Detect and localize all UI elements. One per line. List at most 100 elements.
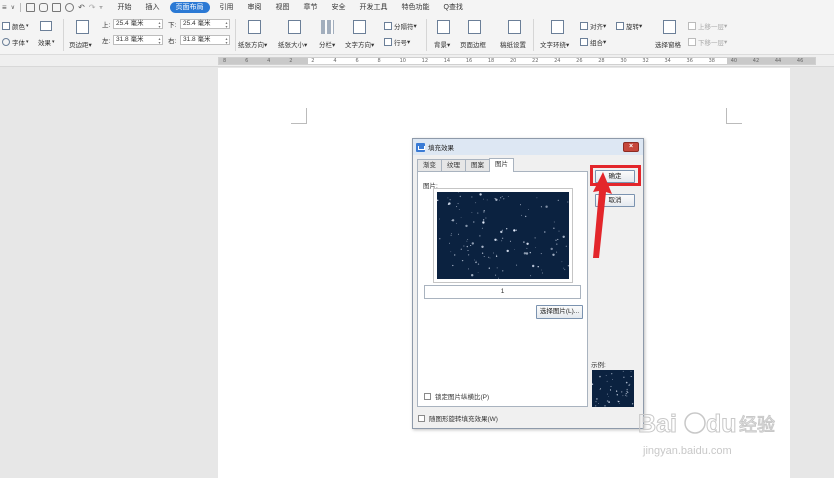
- margins-button[interactable]: 页边距▾: [69, 39, 92, 49]
- tab-developer[interactable]: 开发工具: [353, 0, 395, 15]
- right-margin-input[interactable]: 31.8 毫米: [180, 35, 230, 45]
- columns-button[interactable]: 分栏▾: [319, 39, 335, 49]
- tab-review[interactable]: 审阅: [241, 0, 269, 15]
- group-icon: [580, 38, 588, 46]
- color-grid-icon: [2, 22, 10, 30]
- text-wrap-icon[interactable]: [551, 20, 564, 34]
- rotate-with-shape-label: 随图形旋转填充效果(W): [429, 416, 498, 423]
- lock-aspect-label: 锁定图片纵横比(P): [435, 394, 490, 401]
- theme-font-button[interactable]: 字体 ▾: [2, 37, 29, 47]
- theme-button[interactable]: [40, 21, 52, 31]
- tab-view[interactable]: 视图: [269, 0, 297, 15]
- top-margin-input[interactable]: 25.4 毫米: [113, 19, 163, 29]
- tab-page-layout[interactable]: 页面布局: [169, 2, 210, 13]
- ruler-tick: 12: [421, 58, 429, 64]
- rotate-button[interactable]: 旋转 ▾: [616, 21, 642, 31]
- tab-security[interactable]: 安全: [325, 0, 353, 15]
- svg-text:经验: 经验: [739, 415, 775, 436]
- sample-label: 示例:: [591, 362, 606, 369]
- ruler-tick: 28: [598, 58, 605, 64]
- select-picture-button[interactable]: 选择图片(L)...: [536, 305, 583, 319]
- background-button[interactable]: 背景▾: [434, 39, 450, 49]
- paper-size-button[interactable]: 纸张大小▾: [278, 39, 307, 49]
- redo-icon[interactable]: ↷: [89, 3, 96, 12]
- margins-icon[interactable]: [76, 20, 89, 34]
- ruler-tick: 34: [664, 58, 671, 64]
- right-margin-label: 右:: [168, 38, 177, 45]
- print-icon[interactable]: [52, 3, 62, 12]
- dropdown-icon[interactable]: ▿: [99, 4, 102, 11]
- tab-picture[interactable]: 图片: [489, 158, 514, 172]
- menu-icon[interactable]: ≡: [2, 3, 7, 12]
- left-margin-input[interactable]: 31.8 毫米: [113, 35, 163, 45]
- selection-pane-icon[interactable]: [663, 20, 676, 34]
- theme-font-label: 字体: [12, 40, 25, 47]
- paper-setup-icon[interactable]: [508, 20, 521, 34]
- undo-icon[interactable]: ↶: [78, 3, 85, 12]
- text-direction-button[interactable]: 文字方向▾: [345, 39, 374, 49]
- divider: [533, 19, 534, 51]
- orientation-icon[interactable]: [248, 20, 261, 34]
- quick-access-toolbar: ≡ ∨ ↶ ↷ ▿: [2, 0, 103, 15]
- annotation-arrow: [593, 172, 612, 258]
- crop-mark-left: [291, 108, 307, 124]
- tab-home[interactable]: 开始: [111, 0, 139, 15]
- paper-setup-button[interactable]: 稿纸设置: [500, 39, 526, 49]
- ruler-tick: 4: [267, 58, 271, 64]
- picture-preview: [433, 188, 573, 283]
- bring-forward-button[interactable]: 上移一层 ▾: [688, 21, 727, 31]
- print-preview-icon[interactable]: [39, 3, 49, 12]
- text-direction-icon[interactable]: [353, 20, 366, 34]
- save-icon[interactable]: [26, 3, 36, 12]
- background-icon[interactable]: [437, 20, 450, 34]
- ribbon: 颜色▾ 字体▾ 效果▾ 页边距▾ 上: 25.4 毫米 下: 25.4 毫米 左…: [0, 15, 834, 55]
- ruler-tick: 6: [245, 58, 249, 64]
- bottom-margin-input[interactable]: 25.4 毫米: [180, 19, 230, 29]
- tab-features[interactable]: 特色功能: [395, 0, 437, 15]
- page-border-button[interactable]: 页面边框: [460, 39, 486, 49]
- chevron-down-icon[interactable]: ∨: [11, 4, 15, 11]
- divider: [63, 19, 64, 51]
- send-backward-button[interactable]: 下移一层 ▾: [688, 37, 727, 47]
- rotate-with-shape-row[interactable]: 随图形旋转填充效果(W): [418, 413, 498, 423]
- close-button[interactable]: ×: [623, 142, 639, 152]
- rotate-icon: [616, 22, 624, 30]
- bottom-margin-label: 下:: [168, 22, 177, 29]
- tab-insert[interactable]: 插入: [139, 0, 167, 15]
- tab-references[interactable]: 引用: [213, 0, 241, 15]
- svg-text:Bai: Bai: [638, 410, 677, 438]
- group-button[interactable]: 组合 ▾: [580, 37, 606, 47]
- divider: [20, 3, 22, 12]
- text-wrap-button[interactable]: 文字环绕▾: [540, 39, 569, 49]
- theme-icon: [40, 21, 52, 31]
- ruler-tick: 2: [311, 58, 315, 64]
- align-icon: [580, 22, 588, 30]
- rotate-with-shape-checkbox[interactable]: [418, 414, 425, 422]
- svg-text:jingyan.baidu.com: jingyan.baidu.com: [642, 445, 732, 457]
- ruler-tick: 14: [443, 58, 451, 64]
- ruler-tick: 4: [333, 58, 337, 64]
- columns-icon[interactable]: [321, 20, 334, 34]
- orientation-button[interactable]: 纸张方向▾: [238, 39, 267, 49]
- align-button[interactable]: 对齐 ▾: [580, 21, 606, 31]
- selection-pane-button[interactable]: 选择窗格: [655, 39, 681, 49]
- dialog-titlebar[interactable]: 填充效果 ×: [413, 139, 643, 155]
- ruler-tick: 26: [576, 58, 583, 64]
- lock-aspect-row[interactable]: 锁定图片纵横比(P): [424, 391, 489, 401]
- paper-size-icon[interactable]: [288, 20, 301, 34]
- tab-sections[interactable]: 章节: [297, 0, 325, 15]
- menu-tabs: 开始 插入 页面布局 引用 审阅 视图 章节 安全 开发工具 特色功能 Q查找: [111, 0, 470, 15]
- breaks-button[interactable]: 分隔符 ▾: [384, 21, 417, 31]
- lock-aspect-checkbox[interactable]: [424, 392, 431, 400]
- page-border-icon[interactable]: [468, 20, 481, 34]
- divider: [235, 19, 236, 51]
- horizontal-ruler[interactable]: 8 6 4 2 2 4 6 8 10 12 14 16 18 20 22 24 26 28 30 32 34 36 38 40…: [0, 55, 834, 67]
- search-tab[interactable]: Q查找: [437, 0, 470, 15]
- ruler-margin-left: [219, 58, 308, 64]
- theme-effect-button[interactable]: 效果 ▾: [38, 37, 55, 47]
- ruler-tick: 10: [399, 58, 406, 64]
- theme-color-button[interactable]: 颜色 ▾: [2, 21, 29, 31]
- page-number-field[interactable]: 1: [424, 285, 581, 299]
- line-numbers-button[interactable]: 行号 ▾: [384, 37, 410, 47]
- preview-icon[interactable]: [65, 3, 75, 12]
